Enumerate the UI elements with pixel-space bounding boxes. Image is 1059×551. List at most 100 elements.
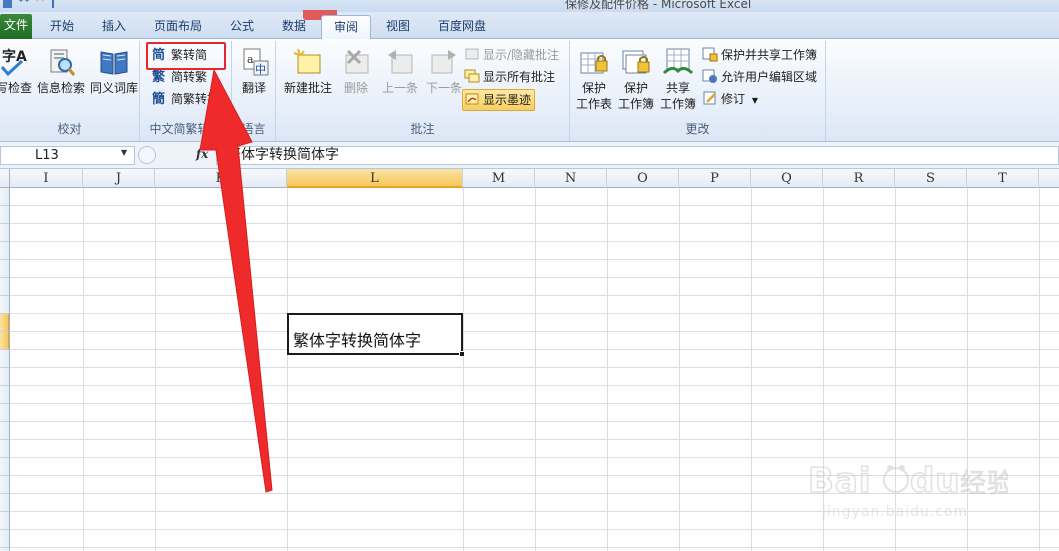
next-comment-button[interactable]: 下一条 [422,47,466,96]
track-changes-button[interactable]: 修订 ▼ [702,89,758,109]
show-ink-button[interactable]: 显示墨迹 [462,89,536,111]
tab-home[interactable]: 开始 [38,15,86,39]
simp-to-trad-button[interactable]: 繁 简转繁 [152,67,207,87]
tab-data[interactable]: 数据 [270,15,318,39]
row-header[interactable] [0,278,9,296]
row-header[interactable] [0,458,9,476]
grid-row-line [10,421,1059,422]
group-changes: 保护 工作表 保护 工作簿 共享 工作簿 保护并共享工作簿 允许用户编辑区域 修… [570,41,826,141]
row-header[interactable] [0,512,9,530]
translate-icon: a 中 [243,48,269,76]
grid-column-line [155,188,156,551]
track-changes-dropdown-icon[interactable]: ▼ [752,96,758,105]
tab-file[interactable]: 文件 [0,14,32,39]
column-header-s[interactable]: S [895,169,967,188]
active-cell-l13[interactable]: 繁体字转换简体字 [287,313,463,355]
allow-edit-ranges-button[interactable]: 允许用户编辑区域 [702,67,817,87]
column-header-r[interactable]: R [823,169,895,188]
show-hide-comment-icon [464,46,480,62]
protect-and-share-icon [702,46,718,62]
research-button[interactable]: 信息检索 [35,47,87,96]
share-workbook-button[interactable]: 共享 工作簿 [658,47,698,112]
tab-formulas[interactable]: 公式 [218,15,266,39]
grid-row-line [10,205,1059,206]
show-all-comments-button[interactable]: 显示所有批注 [464,67,555,87]
row-header[interactable] [0,242,9,260]
column-header-l[interactable]: L [287,169,463,188]
new-comment-button[interactable]: 新建批注 [282,47,334,96]
row-header[interactable] [0,224,9,242]
row-header[interactable] [0,332,9,350]
research-label: 信息检索 [36,81,85,95]
show-hide-comment-button[interactable]: 显示/隐藏批注 [464,45,559,65]
svg-text:a: a [247,53,254,66]
grid-column-line [1039,188,1040,551]
spellcheck-icon: 字A [0,48,27,77]
column-header-p[interactable]: P [679,169,751,188]
row-header[interactable] [0,530,9,548]
column-header-j[interactable]: J [83,169,155,188]
tab-page-layout[interactable]: 页面布局 [144,15,212,39]
row-header[interactable] [0,188,9,206]
spellcheck-button[interactable]: 字A 拼写检查 [0,47,34,96]
row-header[interactable] [0,350,9,368]
grid-column-line [607,188,608,551]
tab-view[interactable]: 视图 [374,15,422,39]
column-header-i[interactable]: I [10,169,83,188]
quick-access-toolbar[interactable] [2,0,62,12]
insert-function-button[interactable]: fx [196,147,208,161]
column-header-k[interactable]: K [155,169,287,188]
row-header[interactable] [0,386,9,404]
row-header[interactable] [0,296,9,314]
chinese-convert-label: 简繁转换 [171,92,220,106]
row-header[interactable] [0,422,9,440]
name-box[interactable]: L13 [0,146,135,165]
tab-insert[interactable]: 插入 [90,15,138,39]
formula-bar-resize-handle[interactable] [138,146,156,164]
tab-review[interactable]: 审阅 [321,15,371,40]
thesaurus-button[interactable]: 同义词库 [89,47,139,96]
protect-workbook-button[interactable]: 保护 工作簿 [616,47,656,112]
share-workbook-icon [662,48,694,75]
row-header[interactable] [0,440,9,458]
show-all-comments-label: 显示所有批注 [483,70,556,84]
row-header[interactable] [0,494,9,512]
column-header-n[interactable]: N [535,169,607,188]
protect-sheet-label-2: 工作表 [575,97,612,111]
allow-edit-ranges-icon [702,68,718,84]
delete-comment-icon [345,49,369,74]
fill-handle[interactable] [459,351,465,357]
svg-text:经验: 经验 [960,468,1008,499]
grid-column-line [287,188,288,551]
row-header[interactable] [0,206,9,224]
window-title: 保修及配件价格 - Microsoft Excel [565,0,752,11]
delete-comment-button[interactable]: 删除 [336,47,376,96]
tab-baidu-netdisk[interactable]: 百度网盘 [426,15,498,39]
row-header[interactable] [0,314,9,332]
delete-comment-label: 删除 [343,81,368,95]
group-label-comments: 批注 [410,122,435,136]
column-header-q[interactable]: Q [751,169,823,188]
column-header-t[interactable]: T [967,169,1039,188]
formula-input[interactable]: 繁体字转换简体字 [216,146,1059,165]
protect-sheet-button[interactable]: 保护 工作表 [574,47,614,112]
row-header[interactable] [0,368,9,386]
select-all-corner[interactable] [0,169,10,188]
grid-column-line [463,188,464,551]
new-comment-label: 新建批注 [283,81,332,95]
column-header-o[interactable]: O [607,169,679,188]
protect-sheet-label-1: 保护 [581,81,606,95]
thesaurus-icon [100,51,128,75]
previous-comment-button[interactable]: 上一条 [378,47,422,96]
row-header[interactable] [0,260,9,278]
row-header[interactable] [0,404,9,422]
name-box-dropdown-icon[interactable]: ▼ [121,148,127,157]
row-header[interactable] [0,476,9,494]
previous-comment-icon [388,50,413,74]
column-header-m[interactable]: M [463,169,535,188]
translate-button[interactable]: a 中 翻译 [235,47,273,96]
chinese-convert-button[interactable]: 簡 简繁转换 [151,89,220,109]
ribbon-tab-bar: 文件 开始 插入 页面布局 公式 数据 审阅 视图 百度网盘 [0,10,1059,40]
protect-and-share-button[interactable]: 保护并共享工作簿 [702,45,817,65]
grid-row-line [10,223,1059,224]
